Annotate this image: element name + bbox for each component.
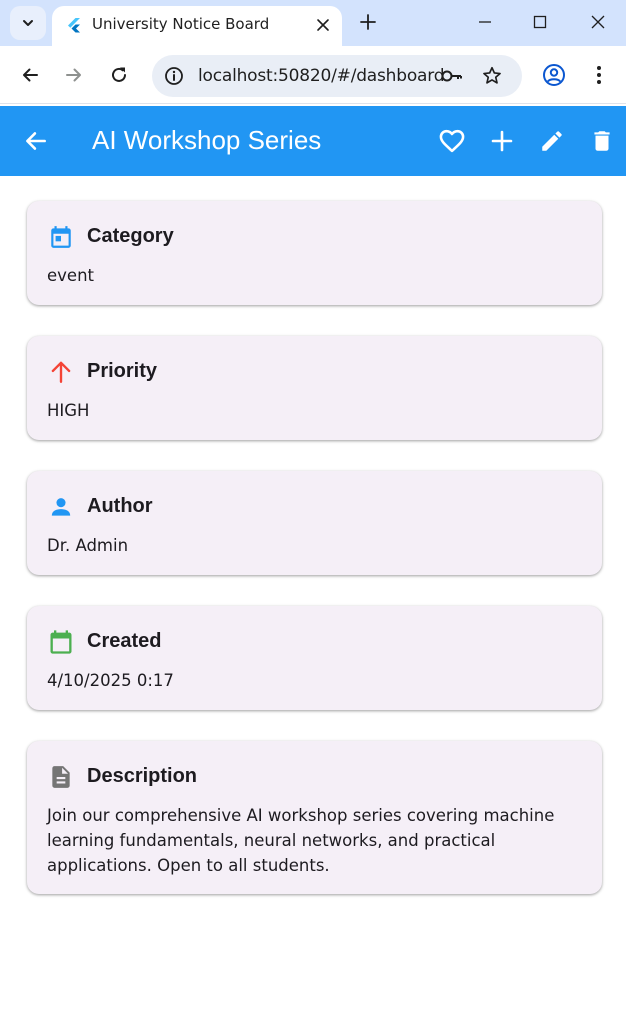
browser-tab-strip: University Notice Board [0, 0, 626, 46]
tab-search-button[interactable] [10, 6, 46, 40]
browser-menu-button[interactable] [587, 63, 611, 87]
description-label: Description [87, 765, 198, 787]
close-icon [591, 15, 605, 29]
close-icon [317, 19, 329, 31]
address-bar[interactable]: localhost:50820/#/dashboard [152, 55, 522, 97]
category-value: event [47, 266, 94, 285]
notice-detail-content: Category event Priority HIGH Author Dr. … [0, 176, 626, 1010]
edit-button[interactable] [538, 127, 566, 155]
author-card: Author Dr. Admin [27, 471, 602, 575]
profile-button[interactable] [542, 63, 566, 87]
minimize-button[interactable] [473, 10, 497, 34]
favorite-icon [439, 129, 465, 153]
calendar-icon [47, 223, 75, 251]
category-card: Category event [27, 201, 602, 305]
maximize-icon [533, 15, 547, 29]
new-tab-button[interactable] [356, 10, 380, 34]
close-window-button[interactable] [586, 10, 610, 34]
arrow-right-icon [66, 68, 81, 82]
person-icon [47, 493, 75, 521]
browser-tab[interactable]: University Notice Board [52, 6, 342, 46]
created-value: 4/10/2025 0:17 [47, 671, 174, 690]
page-title: AI Workshop Series [92, 125, 322, 155]
add-icon [491, 130, 513, 152]
app-bar: AI Workshop Series [0, 106, 626, 176]
site-info-button[interactable] [162, 64, 186, 88]
arrow-left-icon [23, 68, 38, 82]
minimize-icon [479, 21, 491, 23]
tab-title: University Notice Board [92, 15, 270, 33]
created-label: Created [87, 630, 162, 652]
key-icon [441, 70, 462, 82]
calendar-outline-icon [47, 628, 75, 656]
flutter-icon [68, 18, 80, 33]
priority-card: Priority HIGH [27, 336, 602, 440]
passwords-button[interactable] [440, 64, 464, 88]
url-text: localhost:50820/#/dashboard [198, 66, 445, 86]
priority-label: Priority [87, 360, 158, 382]
edit-icon [542, 131, 562, 151]
delete-button[interactable] [588, 127, 616, 155]
arrow-back-icon [26, 132, 46, 150]
more-vert-icon [597, 66, 601, 84]
chevron-down-icon [23, 20, 33, 26]
author-label: Author [87, 495, 153, 517]
favorite-button[interactable] [438, 127, 466, 155]
info-icon [165, 67, 183, 85]
category-label: Category [87, 225, 174, 247]
author-value: Dr. Admin [47, 536, 129, 555]
priority-value: HIGH [47, 401, 90, 420]
description-card: Description Join our comprehensive AI wo… [27, 741, 602, 894]
reload-icon [112, 67, 126, 82]
bookmark-button[interactable] [480, 64, 504, 88]
add-button[interactable] [488, 127, 516, 155]
maximize-button[interactable] [528, 10, 552, 34]
back-button[interactable] [18, 63, 42, 87]
browser-toolbar: localhost:50820/#/dashboard [0, 46, 626, 104]
reload-button[interactable] [107, 63, 131, 87]
delete-icon [594, 131, 610, 151]
account-circle-icon [543, 64, 565, 86]
plus-icon [360, 14, 376, 30]
app-back-button[interactable] [22, 127, 50, 155]
tab-close-button[interactable] [312, 14, 334, 36]
forward-button[interactable] [62, 63, 86, 87]
document-icon [47, 763, 75, 791]
description-value: Join our comprehensive AI workshop serie… [47, 806, 555, 875]
arrow-up-icon [47, 358, 75, 386]
star-icon [483, 66, 501, 84]
created-card: Created 4/10/2025 0:17 [27, 606, 602, 710]
